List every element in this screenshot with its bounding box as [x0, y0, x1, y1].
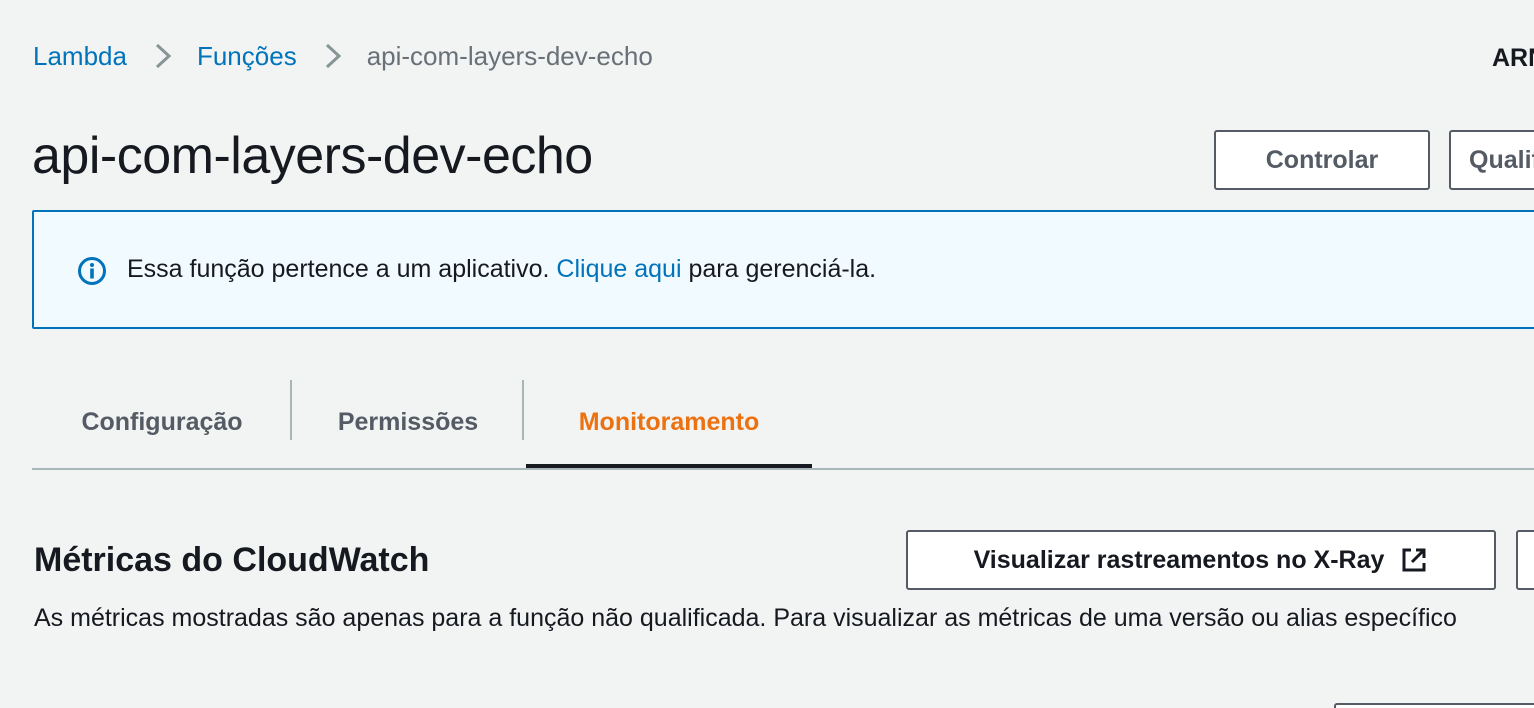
function-tabs: Configuração Permissões Monitoramento — [32, 378, 1534, 470]
time-range-selector[interactable] — [1334, 703, 1534, 708]
alert-text-after: para gerenciá-la. — [688, 255, 877, 283]
breadcrumb-current-function: api-com-layers-dev-echo — [366, 40, 653, 71]
lambda-function-page: Lambda Funções api-com-layers-dev-echo A… — [0, 0, 1534, 708]
arn-label: ARN — [1492, 44, 1534, 72]
manage-application-link[interactable]: Clique aqui — [556, 255, 681, 283]
external-link-icon — [1402, 548, 1426, 572]
chevron-right-icon — [325, 43, 341, 69]
view-xray-traces-label: Visualizar rastreamentos no X-Ray — [973, 545, 1385, 574]
alert-text-before: Essa função pertence a um aplicativo. — [127, 255, 550, 283]
tab-divider — [522, 380, 524, 440]
throttle-button[interactable]: Controlar — [1214, 130, 1430, 190]
info-icon — [78, 257, 106, 285]
info-alert: Essa função pertence a um aplicativo. Cl… — [32, 210, 1534, 329]
cloudwatch-description: As métricas mostradas são apenas para a … — [34, 604, 1457, 632]
alert-message: Essa função pertence a um aplicativo. Cl… — [127, 255, 876, 284]
view-logs-button[interactable] — [1516, 530, 1534, 590]
breadcrumb-lambda[interactable]: Lambda — [33, 41, 127, 72]
cloudwatch-metrics-title: Métricas do CloudWatch — [34, 541, 430, 579]
breadcrumb: Lambda Funções api-com-layers-dev-echo — [33, 38, 653, 74]
qualifiers-button[interactable]: Qualificadores — [1449, 130, 1534, 190]
chevron-right-icon — [155, 43, 172, 69]
tab-configuration[interactable]: Configuração — [32, 378, 292, 466]
active-tab-indicator — [526, 464, 812, 468]
tab-monitoring[interactable]: Monitoramento — [526, 378, 812, 466]
breadcrumb-functions[interactable]: Funções — [197, 41, 297, 72]
page-title: api-com-layers-dev-echo — [32, 127, 593, 185]
tab-permissions[interactable]: Permissões — [292, 378, 524, 466]
view-xray-traces-button[interactable]: Visualizar rastreamentos no X-Ray — [906, 530, 1496, 590]
